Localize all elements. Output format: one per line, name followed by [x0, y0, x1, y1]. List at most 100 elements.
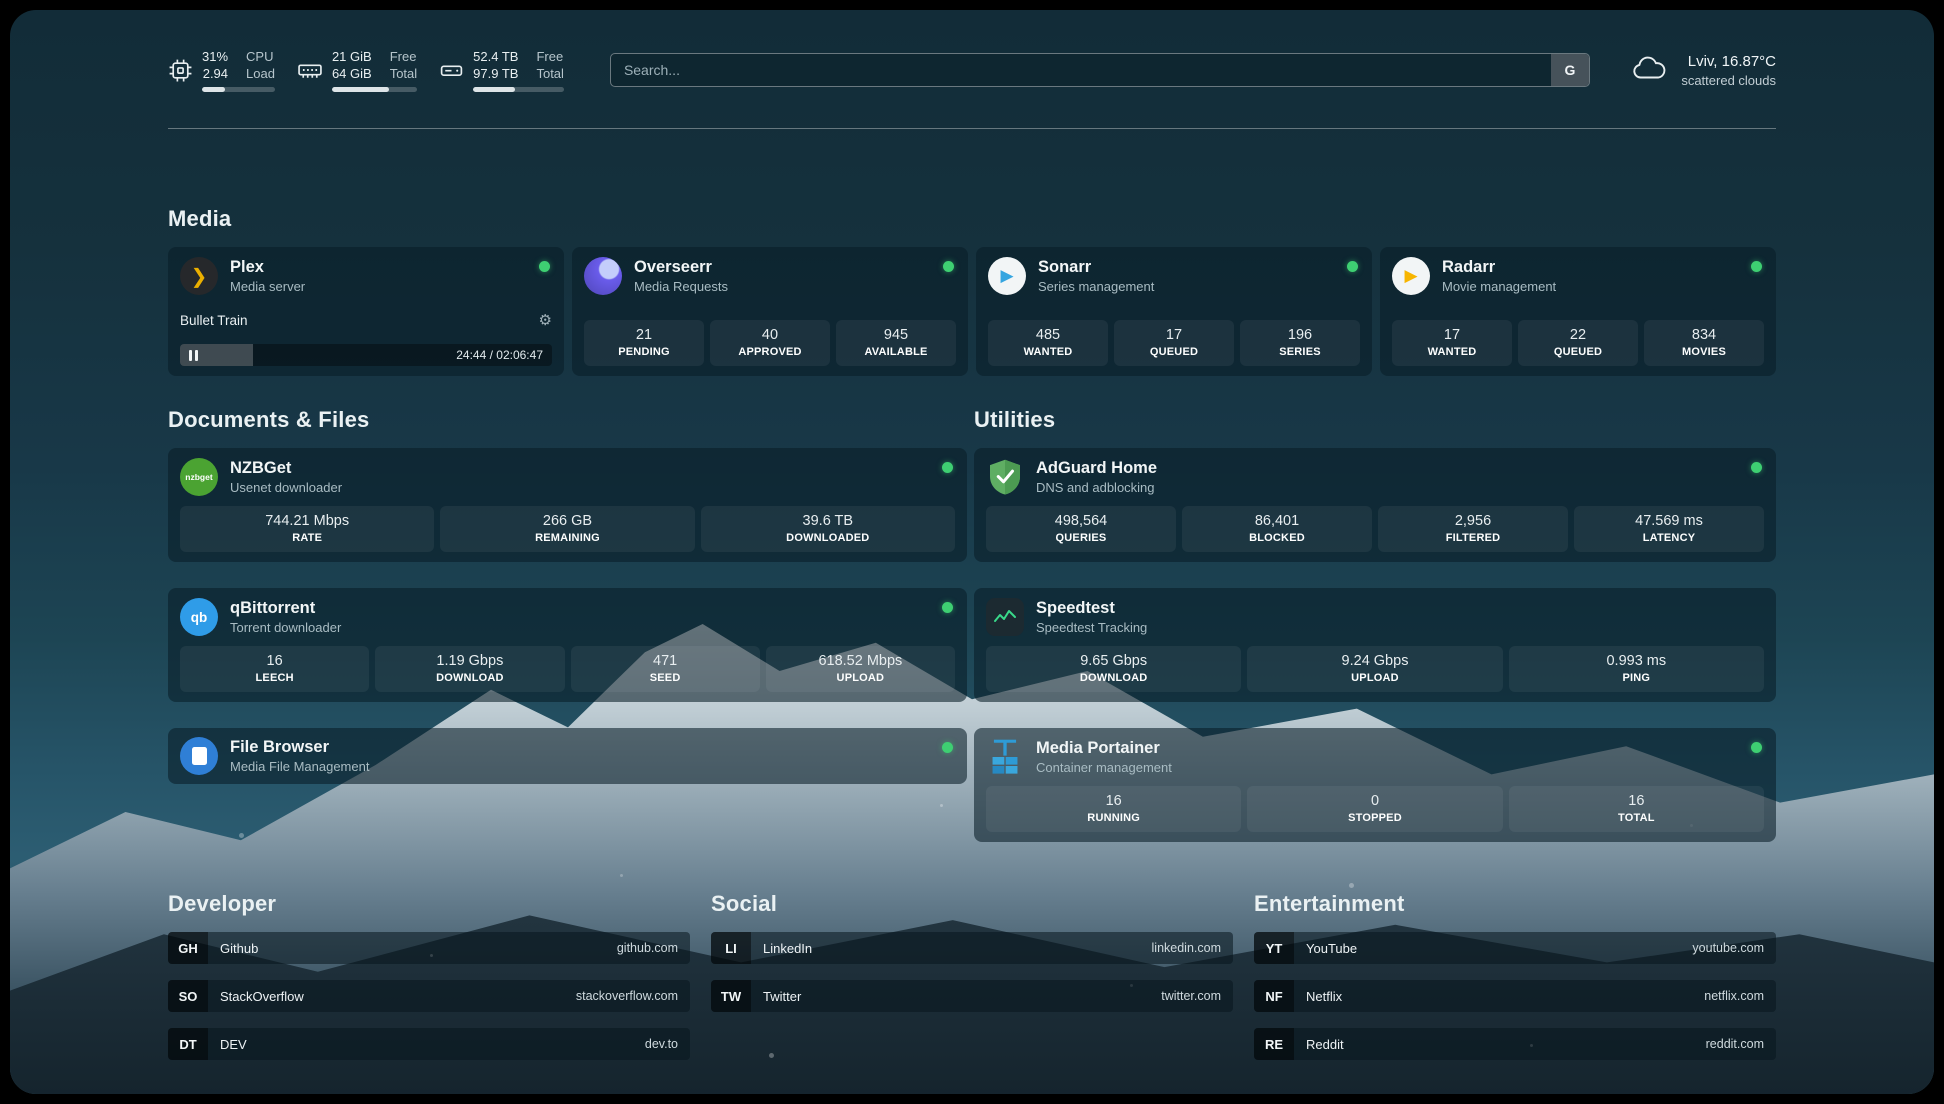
qbittorrent-card[interactable]: qb qBittorrent Torrent downloader 16LEEC…: [168, 588, 967, 702]
qbittorrent-icon: qb: [180, 598, 218, 636]
stat-box: 834MOVIES: [1644, 320, 1764, 366]
stat-value: 471: [575, 652, 756, 671]
app-title: qBittorrent: [230, 598, 341, 619]
stat-label: LEECH: [184, 671, 365, 686]
adguard-card[interactable]: AdGuard Home DNS and adblocking 498,564Q…: [974, 448, 1776, 562]
search-input[interactable]: [610, 53, 1590, 87]
app-subtitle: DNS and adblocking: [1036, 479, 1157, 496]
speedtest-card[interactable]: Speedtest Speedtest Tracking 9.65 GbpsDO…: [974, 588, 1776, 702]
stat-value: 744.21 Mbps: [184, 512, 430, 531]
stat-value: 39.6 TB: [705, 512, 951, 531]
app-subtitle: Container management: [1036, 759, 1172, 776]
bookmark-abbr: NF: [1254, 980, 1294, 1012]
stat-box: 1.19 GbpsDOWNLOAD: [375, 646, 564, 692]
cpu-usage-value: 31%: [202, 48, 228, 65]
app-title: File Browser: [230, 737, 369, 758]
bookmark-abbr: RE: [1254, 1028, 1294, 1060]
app-title: Plex: [230, 257, 305, 278]
developer-links: GHGithubgithub.com SOStackOverflowstackov…: [168, 932, 690, 1060]
bookmark-url: dev.to: [645, 1037, 678, 1051]
overseerr-card[interactable]: Overseerr Media Requests 21PENDING40APPR…: [572, 247, 968, 376]
bookmark-link[interactable]: SOStackOverflowstackoverflow.com: [168, 980, 690, 1012]
stat-label: REMAINING: [444, 531, 690, 546]
stat-box: 744.21 MbpsRATE: [180, 506, 434, 552]
disk-total-label: Total: [536, 65, 563, 82]
ram-free-label: Free: [390, 48, 417, 65]
stat-box: 16RUNNING: [986, 786, 1241, 832]
cpu-load-value: 2.94: [202, 65, 228, 82]
stat-label: PING: [1513, 671, 1760, 686]
stat-box: 21PENDING: [584, 320, 704, 366]
bookmark-link[interactable]: LILinkedInlinkedin.com: [711, 932, 1233, 964]
bookmark-link[interactable]: GHGithubgithub.com: [168, 932, 690, 964]
bookmark-name: Github: [220, 941, 258, 956]
search-engine-button[interactable]: G: [1551, 54, 1589, 86]
stats-row: 485WANTED17QUEUED196SERIES: [988, 320, 1360, 366]
bookmark-url: linkedin.com: [1152, 941, 1221, 955]
app-subtitle: Series management: [1038, 278, 1154, 295]
stat-value: 40: [714, 326, 826, 345]
snow-particles: [10, 624, 13, 627]
stat-value: 945: [840, 326, 952, 345]
plex-icon: ❯: [180, 257, 218, 295]
entertainment-section-title: Entertainment: [1254, 890, 1776, 918]
disk-total-value: 97.9 TB: [473, 65, 518, 82]
utilities-section-title: Utilities: [974, 406, 1776, 434]
stat-label: DOWNLOAD: [379, 671, 560, 686]
stat-label: PENDING: [588, 345, 700, 360]
bookmark-link[interactable]: DTDEVdev.to: [168, 1028, 690, 1060]
plex-card[interactable]: ❯ Plex Media server Bullet Train ⚙ 24:44…: [168, 247, 564, 376]
nzbget-icon: nzbget: [180, 458, 218, 496]
stat-label: LATENCY: [1578, 531, 1760, 546]
bookmark-link[interactable]: YTYouTubeyoutube.com: [1254, 932, 1776, 964]
playback-time: 24:44 / 02:06:47: [456, 348, 543, 362]
app-subtitle: Usenet downloader: [230, 479, 342, 496]
bookmark-link[interactable]: TWTwittertwitter.com: [711, 980, 1233, 1012]
app-subtitle: Movie management: [1442, 278, 1556, 295]
status-online-dot: [942, 602, 953, 613]
stat-label: RATE: [184, 531, 430, 546]
disk-free-label: Free: [536, 48, 563, 65]
stat-value: 17: [1118, 326, 1230, 345]
bookmark-link[interactable]: RERedditreddit.com: [1254, 1028, 1776, 1060]
disk-icon: [439, 58, 464, 83]
bookmark-name: Twitter: [763, 989, 801, 1004]
playback-progress-bar[interactable]: 24:44 / 02:06:47: [180, 344, 552, 366]
gear-icon[interactable]: ⚙: [539, 313, 552, 328]
stat-value: 21: [588, 326, 700, 345]
stat-value: 0.993 ms: [1513, 652, 1760, 671]
weather-widget[interactable]: Lviv, 16.87°C scattered clouds: [1630, 52, 1776, 89]
nzbget-card[interactable]: nzbget NZBGet Usenet downloader 744.21 M…: [168, 448, 967, 562]
app-subtitle: Media File Management: [230, 758, 369, 775]
now-playing-title: Bullet Train: [180, 313, 248, 328]
social-section-title: Social: [711, 890, 1233, 918]
stat-label: STOPPED: [1251, 811, 1498, 826]
radarr-card[interactable]: ▶ Radarr Movie management 17WANTED22QUEU…: [1380, 247, 1776, 376]
stat-box: 0.993 msPING: [1509, 646, 1764, 692]
stat-box: 196SERIES: [1240, 320, 1360, 366]
stat-box: 498,564QUERIES: [986, 506, 1176, 552]
disk-monitor: 52.4 TB 97.9 TB Free Total: [439, 48, 564, 92]
stat-value: 196: [1244, 326, 1356, 345]
status-online-dot: [942, 742, 953, 753]
stat-label: WANTED: [1396, 345, 1508, 360]
stat-label: WANTED: [992, 345, 1104, 360]
bookmark-name: LinkedIn: [763, 941, 812, 956]
stat-label: BLOCKED: [1186, 531, 1368, 546]
bookmark-name: YouTube: [1306, 941, 1357, 956]
sonarr-card[interactable]: ▶ Sonarr Series management 485WANTED17QU…: [976, 247, 1372, 376]
portainer-card[interactable]: Media Portainer Container management 16R…: [974, 728, 1776, 842]
stat-value: 86,401: [1186, 512, 1368, 531]
stat-box: 17WANTED: [1392, 320, 1512, 366]
bookmark-link[interactable]: NFNetflixnetflix.com: [1254, 980, 1776, 1012]
disk-free-value: 52.4 TB: [473, 48, 518, 65]
pause-icon[interactable]: [189, 350, 198, 361]
app-subtitle: Media server: [230, 278, 305, 295]
stat-value: 266 GB: [444, 512, 690, 531]
stats-row: 498,564QUERIES86,401BLOCKED2,956FILTERED…: [986, 506, 1764, 552]
filebrowser-card[interactable]: File Browser Media File Management: [168, 728, 967, 784]
stats-row: 16LEECH1.19 GbpsDOWNLOAD471SEED618.52 Mb…: [180, 646, 955, 692]
bookmark-abbr: TW: [711, 980, 751, 1012]
stat-box: 17QUEUED: [1114, 320, 1234, 366]
radarr-icon: ▶: [1392, 257, 1430, 295]
